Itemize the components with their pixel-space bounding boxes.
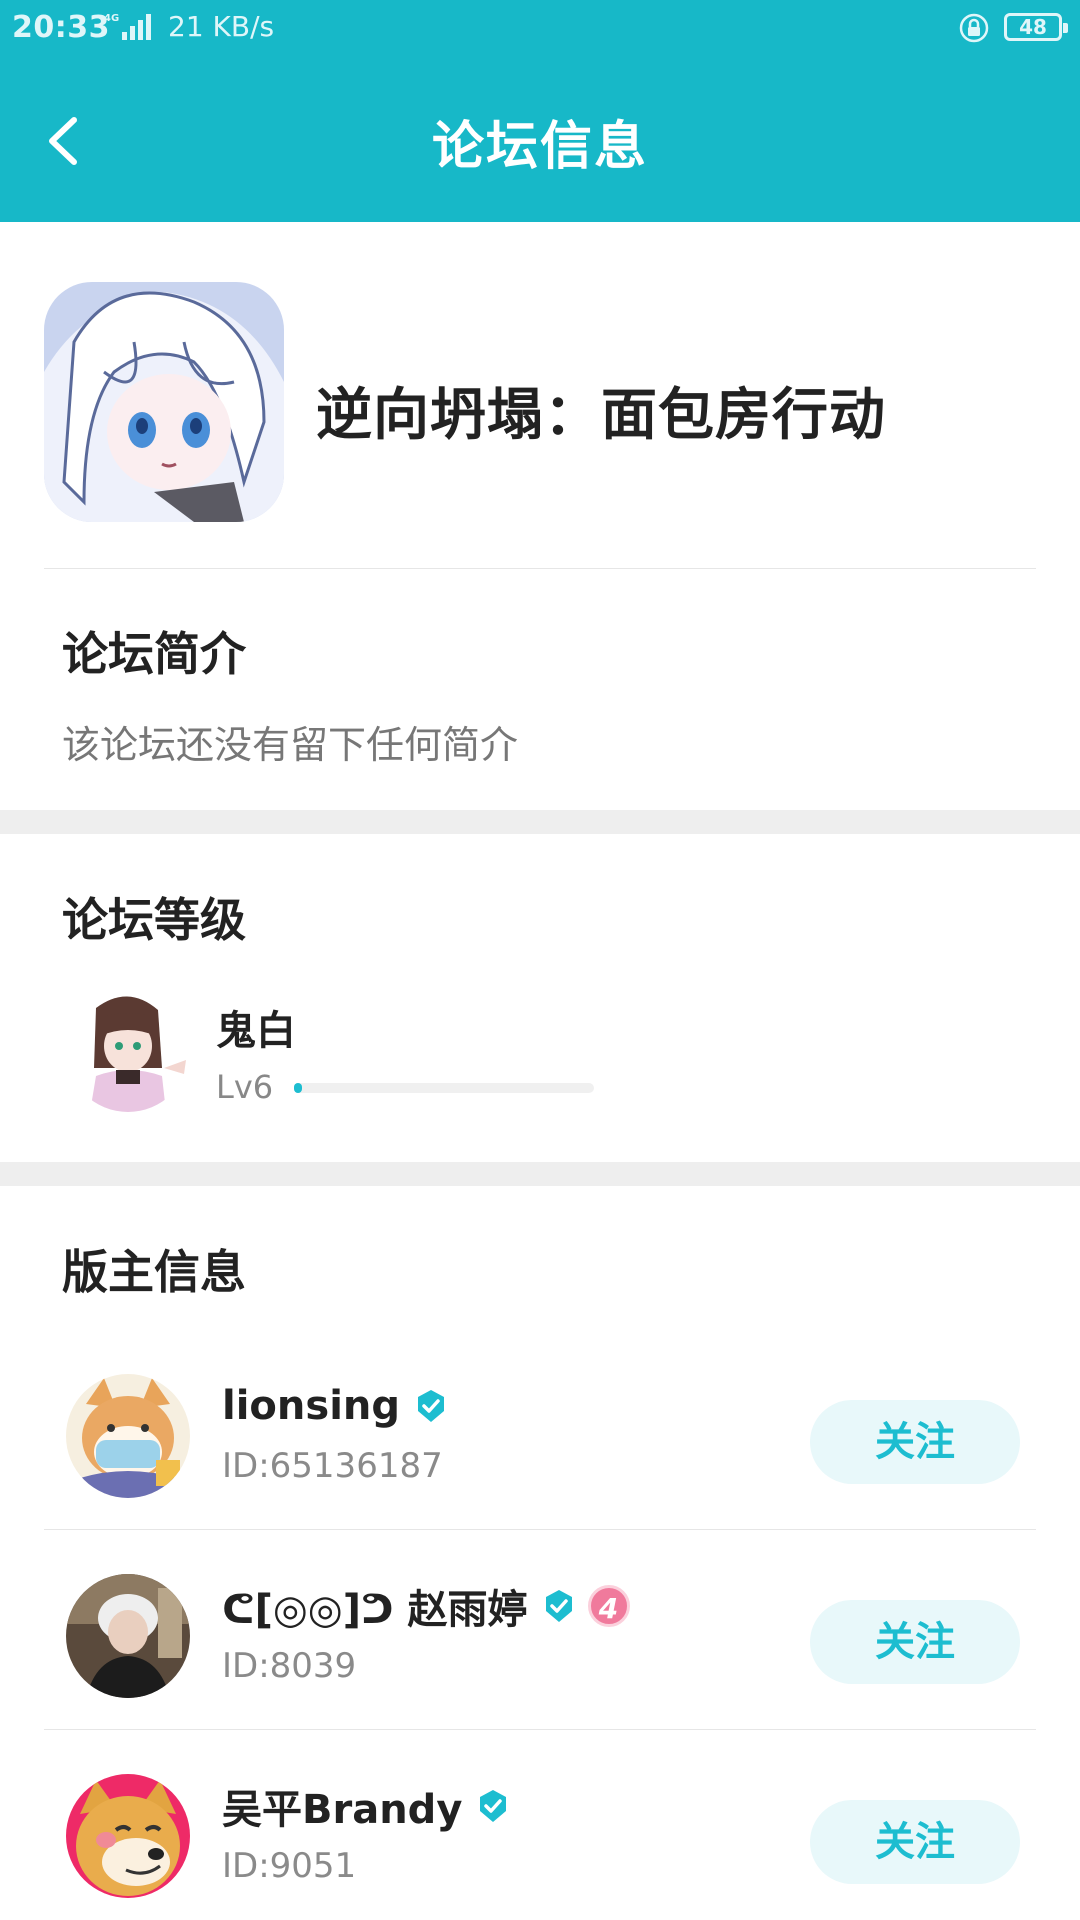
anime-girl-avatar-icon [44, 282, 284, 522]
moderator-avatar[interactable] [66, 1374, 190, 1498]
level-progress-bar [294, 1083, 594, 1093]
level-name: 鬼白 [216, 1008, 296, 1054]
level-badge: 4 [587, 1585, 630, 1627]
follow-button[interactable]: 关注 [810, 1600, 1020, 1684]
section-gap [0, 810, 1080, 834]
doge-avatar-icon [66, 1774, 190, 1898]
verified-icon [545, 1590, 572, 1622]
intro-text: 该论坛还没有留下任何简介 [62, 723, 519, 767]
forum-name: 逆向坍塌：面包房行动 [316, 383, 886, 448]
photo-avatar-icon [66, 1574, 190, 1698]
page-title: 论坛信息 [431, 117, 648, 177]
status-time: 20:33 [12, 10, 110, 45]
level-number: Lv6 [216, 1068, 274, 1106]
status-bar: 20:33 4G 21 KB/s 48 [0, 0, 1080, 56]
level-avatar [66, 988, 190, 1112]
forum-avatar [44, 282, 284, 522]
moderators-title: 版主信息 [62, 1245, 246, 1299]
level-title: 论坛等级 [62, 893, 246, 947]
top-bar: 论坛信息 [0, 56, 1080, 222]
level-progress-fill [294, 1083, 302, 1093]
section-gap [0, 1162, 1080, 1186]
moderator-id: ID:9051 [222, 1846, 357, 1886]
verified-icon [480, 1790, 507, 1822]
verified-icon [418, 1390, 445, 1422]
shiba-mask-avatar-icon [66, 1374, 190, 1498]
signal-icon: 4G [104, 13, 151, 40]
moderator-name[interactable]: 吴平Brandy [222, 1777, 462, 1835]
moderator-avatar[interactable] [66, 1574, 190, 1698]
follow-button[interactable]: 关注 [810, 1800, 1020, 1884]
moderator-id: ID:65136187 [222, 1446, 443, 1486]
rotation-lock-icon [959, 13, 989, 43]
moderator-row: 吴平Brandy ID:9051 关注 [0, 1730, 1080, 1920]
moderator-row: lionsing ID:65136187 关注 [0, 1330, 1080, 1530]
moderator-row: ᕦ[◎◎]ᕤ 赵雨婷 4 ID:8039 关注 [0, 1530, 1080, 1730]
moderator-name[interactable]: ᕦ[◎◎]ᕤ 赵雨婷 [222, 1577, 528, 1635]
moderator-id: ID:8039 [222, 1646, 357, 1686]
intro-title: 论坛简介 [62, 627, 246, 681]
moderator-name[interactable]: lionsing [222, 1383, 400, 1429]
follow-button[interactable]: 关注 [810, 1400, 1020, 1484]
divider [44, 568, 1036, 569]
network-speed: 21 KB/s [168, 10, 275, 43]
forum-header: 逆向坍塌：面包房行动 [0, 222, 1080, 568]
battery-icon: 48 [1004, 13, 1068, 41]
moderator-avatar[interactable] [66, 1774, 190, 1898]
anime-girl-level-icon [66, 988, 190, 1112]
svg-text:4G: 4G [104, 13, 119, 24]
